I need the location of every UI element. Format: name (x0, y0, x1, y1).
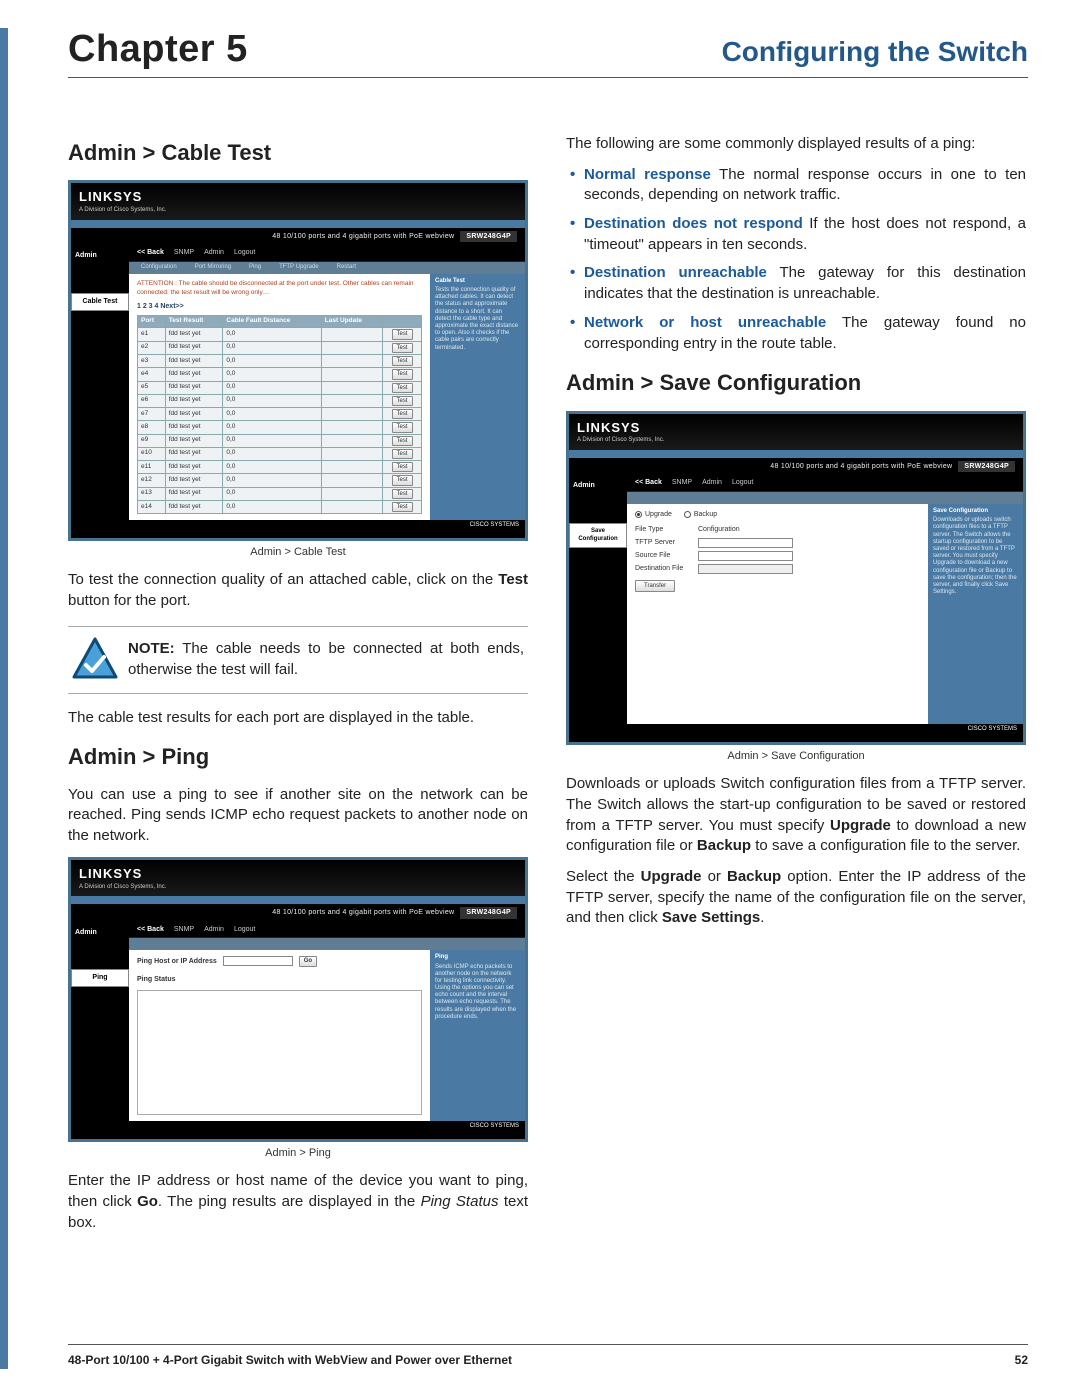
table-row: e7fdd test yet0,0Test (138, 408, 422, 421)
caption-cable: Admin > Cable Test (68, 545, 528, 560)
caption-ping: Admin > Ping (68, 1146, 528, 1161)
source-file-input[interactable] (698, 551, 793, 561)
section-save-config: Admin > Save Configuration (566, 368, 1026, 398)
test-button[interactable]: Test (392, 422, 413, 432)
chapter-label: Chapter 5 (68, 28, 248, 71)
table-row: e9fdd test yet0,0Test (138, 434, 422, 447)
test-button[interactable]: Test (392, 502, 413, 512)
test-button[interactable]: Test (392, 343, 413, 353)
page-header: Chapter 5 Configuring the Switch (68, 28, 1028, 78)
test-button[interactable]: Test (392, 356, 413, 366)
radio-upgrade[interactable]: Upgrade (635, 510, 672, 520)
screenshot-ping: LINKSYSA Division of Cisco Systems, Inc.… (68, 857, 528, 1142)
brand-bar: LINKSYSA Division of Cisco Systems, Inc. (71, 183, 525, 219)
side-tab-save[interactable]: Save Configuration (569, 523, 627, 548)
page-number: 52 (1015, 1353, 1028, 1367)
test-button[interactable]: Test (392, 475, 413, 485)
para-ping-1: You can use a ping to see if another sit… (68, 785, 528, 847)
test-button[interactable]: Test (392, 396, 413, 406)
note-box: NOTE: The cable needs to be connected at… (68, 626, 528, 694)
dest-file-input[interactable] (698, 564, 793, 574)
para-cable-1: To test the connection quality of an att… (68, 570, 528, 611)
para-ping-2: Enter the IP address or host name of the… (68, 1171, 528, 1233)
left-column: Admin > Cable Test LINKSYSA Division of … (68, 124, 528, 1243)
ping-label: Ping Host or IP Address (137, 957, 217, 967)
table-row: e6fdd test yet0,0Test (138, 394, 422, 407)
tftp-server-input[interactable] (698, 538, 793, 548)
ping-input[interactable] (223, 956, 293, 966)
table-row: e12fdd test yet0,0Test (138, 474, 422, 487)
note-icon (72, 637, 118, 683)
table-row: e2fdd test yet0,0Test (138, 341, 422, 354)
table-row: e1fdd test yet0,0Test (138, 328, 422, 341)
table-row: e5fdd test yet0,0Test (138, 381, 422, 394)
test-button[interactable]: Test (392, 383, 413, 393)
side-tab-cable[interactable]: Cable Test (71, 293, 129, 311)
test-button[interactable]: Test (392, 329, 413, 339)
section-ping: Admin > Ping (68, 742, 528, 772)
table-row: e8fdd test yet0,0Test (138, 421, 422, 434)
test-button[interactable]: Test (392, 449, 413, 459)
test-button[interactable]: Test (392, 369, 413, 379)
side-stripe (0, 28, 8, 1369)
footer-title: 48-Port 10/100 + 4-Port Gigabit Switch w… (68, 1353, 512, 1367)
table-row: e11fdd test yet0,0Test (138, 461, 422, 474)
cable-table: PortTest ResultCable Fault DistanceLast … (137, 315, 422, 514)
test-button[interactable]: Test (392, 462, 413, 472)
radio-backup[interactable]: Backup (684, 510, 717, 520)
screenshot-cable-test: LINKSYSA Division of Cisco Systems, Inc.… (68, 180, 528, 541)
test-button[interactable]: Test (392, 489, 413, 499)
transfer-button[interactable]: Transfer (635, 580, 675, 592)
header-title: Configuring the Switch (722, 36, 1028, 68)
para-save-1: Downloads or uploads Switch configuratio… (566, 774, 1026, 857)
ping-status-box (137, 990, 422, 1115)
table-row: e13fdd test yet0,0Test (138, 487, 422, 500)
caption-save: Admin > Save Configuration (566, 749, 1026, 764)
test-button[interactable]: Test (392, 409, 413, 419)
para-save-2: Select the Upgrade or Backup option. Ent… (566, 867, 1026, 929)
ping-results-list: Normal response The normal response occu… (566, 165, 1026, 355)
para-cable-2: The cable test results for each port are… (68, 708, 528, 729)
test-button[interactable]: Test (392, 436, 413, 446)
table-row: e3fdd test yet0,0Test (138, 354, 422, 367)
page-footer: 48-Port 10/100 + 4-Port Gigabit Switch w… (68, 1344, 1028, 1367)
right-column: The following are some commonly displaye… (566, 124, 1026, 1243)
para-intro: The following are some commonly displaye… (566, 134, 1026, 155)
side-tab-ping[interactable]: Ping (71, 969, 129, 987)
screenshot-save-config: LINKSYSA Division of Cisco Systems, Inc.… (566, 411, 1026, 746)
table-row: e4fdd test yet0,0Test (138, 368, 422, 381)
top-nav[interactable]: << BackSNMPAdminLogout (129, 245, 525, 262)
go-button[interactable]: Go (299, 956, 317, 966)
table-row: e14fdd test yet0,0Test (138, 500, 422, 513)
table-row: e10fdd test yet0,0Test (138, 447, 422, 460)
section-cable-test: Admin > Cable Test (68, 138, 528, 168)
